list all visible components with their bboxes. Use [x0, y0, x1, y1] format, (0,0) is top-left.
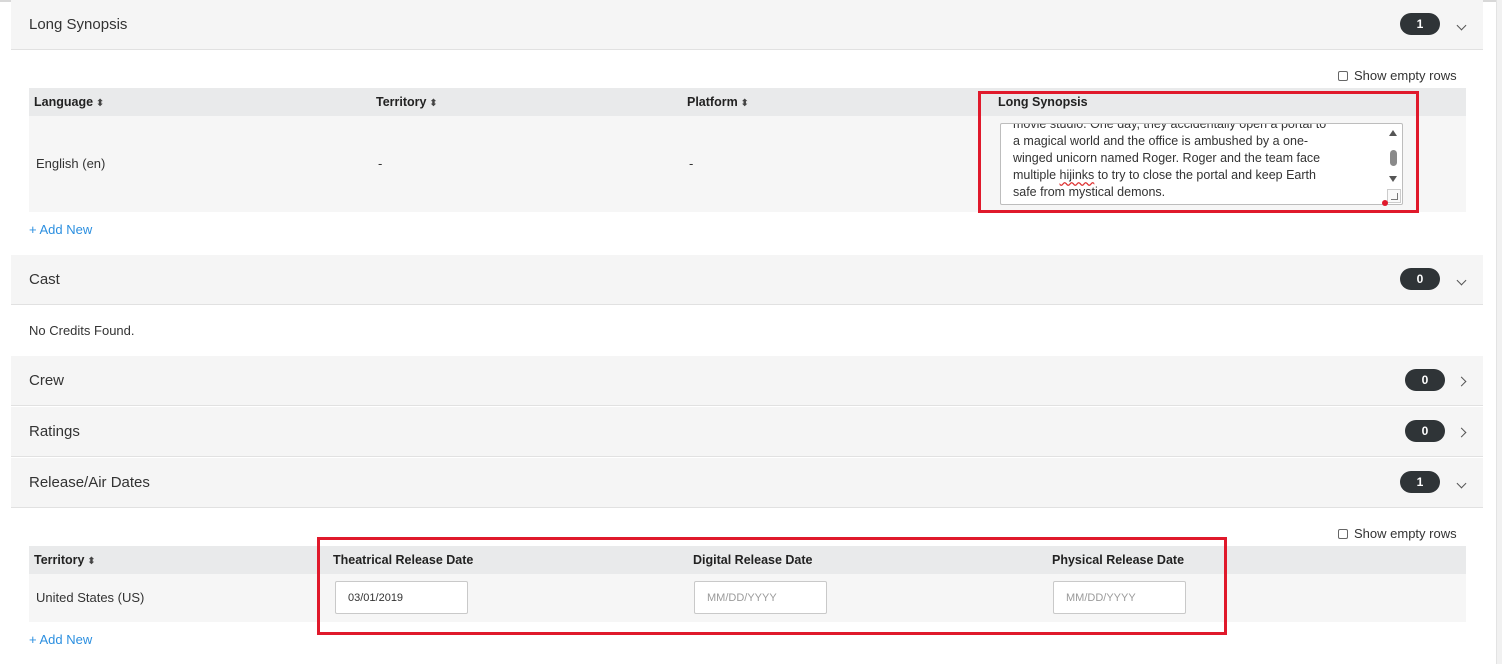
- misspelled-word: hijinks: [1059, 168, 1095, 182]
- scroll-thumb[interactable]: [1390, 150, 1397, 166]
- synopsis-table-header: Language Territory Platform Long Synopsi…: [29, 88, 1466, 116]
- column-header-long-synopsis: Long Synopsis: [998, 95, 1088, 109]
- no-credits-message: No Credits Found.: [29, 323, 135, 338]
- column-header-territory[interactable]: Territory: [34, 553, 96, 567]
- section-title: Cast: [29, 271, 60, 288]
- chevron-down-icon[interactable]: [1451, 267, 1471, 291]
- cell-platform: -: [689, 156, 694, 171]
- long-synopsis-textarea[interactable]: movie studio. One day, they accidentally…: [1000, 123, 1403, 205]
- count-badge: 0: [1405, 420, 1445, 442]
- chevron-right-icon[interactable]: [1451, 419, 1471, 443]
- checkbox-icon[interactable]: [1338, 529, 1348, 539]
- count-badge: 1: [1400, 13, 1440, 35]
- resize-handle-icon[interactable]: [1387, 189, 1401, 203]
- show-empty-rows-toggle[interactable]: Show empty rows: [1338, 68, 1457, 83]
- section-header-release-dates[interactable]: Release/Air Dates 1: [11, 458, 1483, 508]
- scroll-up-icon[interactable]: [1389, 130, 1397, 136]
- section-title: Release/Air Dates: [29, 474, 150, 491]
- chevron-right-icon[interactable]: [1451, 368, 1471, 392]
- count-badge: 0: [1400, 268, 1440, 290]
- column-header-theatrical: Theatrical Release Date: [333, 553, 474, 567]
- textarea-scrollbar[interactable]: [1388, 128, 1400, 188]
- required-indicator-icon: [1382, 200, 1388, 206]
- section-header-ratings[interactable]: Ratings 0: [11, 407, 1483, 457]
- section-header-cast[interactable]: Cast 0: [11, 255, 1483, 305]
- digital-date-input[interactable]: [694, 581, 827, 614]
- column-header-digital: Digital Release Date: [693, 553, 813, 567]
- section-title: Crew: [29, 372, 65, 389]
- add-new-release-link[interactable]: + Add New: [29, 632, 92, 647]
- section-header-crew[interactable]: Crew 0: [11, 356, 1483, 406]
- theatrical-date-input[interactable]: [335, 581, 468, 614]
- cell-territory: United States (US): [36, 590, 145, 605]
- count-badge: 0: [1405, 369, 1445, 391]
- section-title: Ratings: [29, 423, 80, 440]
- add-new-synopsis-link[interactable]: + Add New: [29, 222, 92, 237]
- chevron-down-icon[interactable]: [1451, 12, 1471, 36]
- column-header-physical: Physical Release Date: [1052, 553, 1185, 567]
- column-header-language[interactable]: Language: [34, 95, 104, 109]
- show-empty-rows-toggle[interactable]: Show empty rows: [1338, 526, 1457, 541]
- section-title: Long Synopsis: [29, 16, 128, 33]
- column-header-territory[interactable]: Territory: [376, 95, 438, 109]
- scroll-down-icon[interactable]: [1389, 176, 1397, 182]
- physical-date-input[interactable]: [1053, 581, 1186, 614]
- checkbox-icon[interactable]: [1338, 71, 1348, 81]
- column-header-platform[interactable]: Platform: [687, 95, 749, 109]
- cell-territory: -: [378, 156, 383, 171]
- release-table-header: Territory Theatrical Release Date Digita…: [29, 546, 1466, 574]
- cell-language: English (en): [36, 156, 106, 171]
- chevron-down-icon[interactable]: [1451, 470, 1471, 494]
- section-header-long-synopsis[interactable]: Long Synopsis 1: [11, 0, 1483, 50]
- count-badge: 1: [1400, 471, 1440, 493]
- synopsis-text: movie studio. One day, they accidentally…: [1013, 123, 1327, 199]
- page-scrollbar[interactable]: [1496, 0, 1502, 664]
